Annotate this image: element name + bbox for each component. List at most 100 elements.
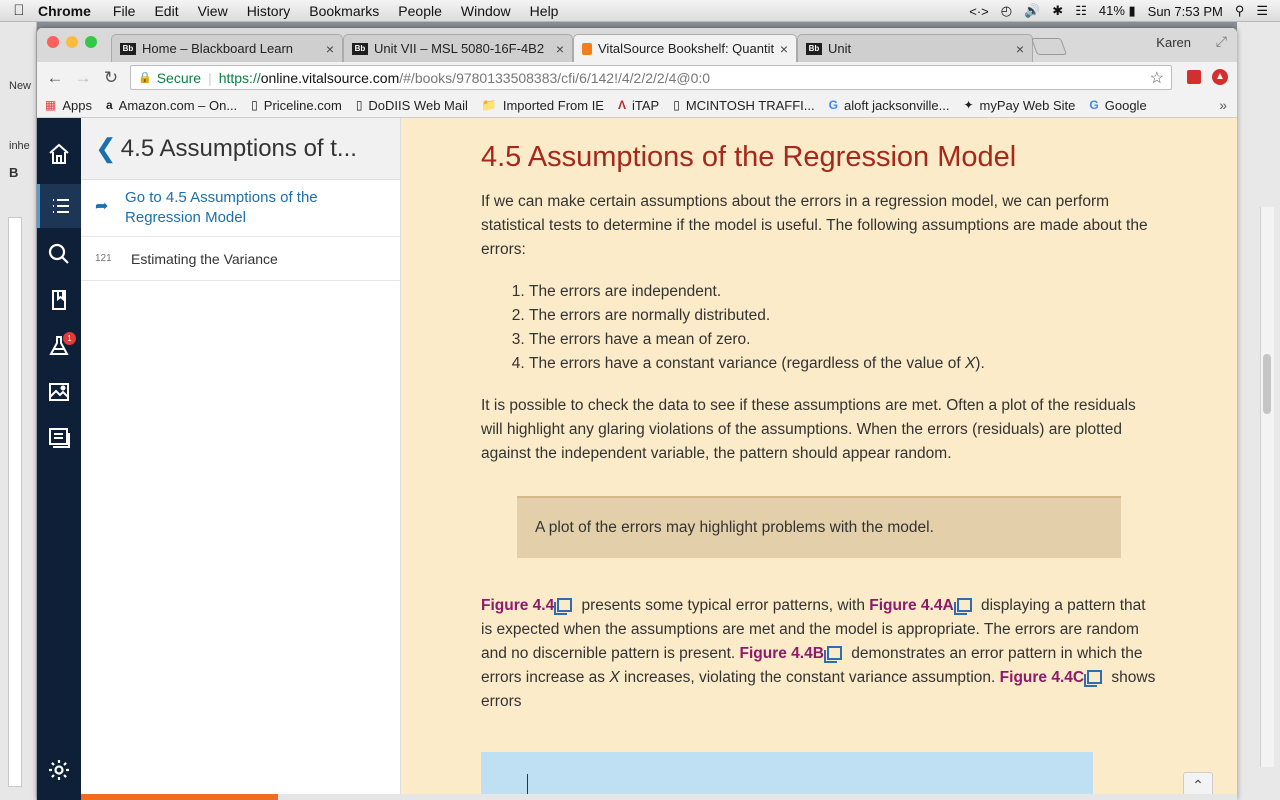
bookmark-page-icon[interactable] [37,278,81,322]
zoom-window-icon[interactable] [85,36,97,48]
figure-link[interactable]: Figure 4.4A [869,597,953,614]
close-tab-icon[interactable]: × [556,41,564,57]
bookmark-google[interactable]: G Google [1089,98,1146,113]
figure-paragraph: Figure 4.4 presents some typical error p… [481,597,1156,710]
back-arrow-icon[interactable]: ← [41,68,69,88]
forward-arrow-icon[interactable]: → [69,68,97,88]
figure-link[interactable]: Figure 4.4B [740,645,824,662]
background-app-left: New inhe B [0,22,37,800]
bookmark-mcintosh[interactable]: ▯ MCINTOSH TRAFFI... [673,98,814,113]
figure-link[interactable]: Figure 4.4 [481,597,554,614]
itap-icon: Λ [617,98,626,112]
toc-goto-label: Go to 4.5 Assumptions of the Regression … [125,189,318,226]
open-figure-icon[interactable] [823,646,842,663]
menu-edit[interactable]: Edit [154,3,178,19]
flashcards-icon[interactable]: 1 [37,324,81,368]
toc-goto-link[interactable]: ➦ Go to 4.5 Assumptions of the Regressio… [81,180,400,237]
bookmark-aloft[interactable]: Galoft jacksonville... [829,98,950,113]
browser-toolbar: ← → ↻ 🔒 Secure | https:// online.vitalso… [37,62,1237,93]
bookmark-dodiis[interactable]: ▯ DoDIIS Web Mail [356,98,468,113]
time-machine-icon[interactable]: ◴ [1001,3,1012,19]
lock-icon: 🔒 [138,72,152,84]
url-host: online.vitalsource.com [260,69,400,86]
close-tab-icon[interactable]: × [780,41,788,57]
bookmark-star-icon[interactable]: ☆ [1150,68,1164,88]
residuals-paragraph: It is possible to check the data to see … [481,397,1136,462]
tab-vitalsource[interactable]: VitalSource Bookshelf: Quantit × [573,34,797,62]
home-icon[interactable] [37,132,81,176]
open-figure-icon[interactable] [1084,670,1103,687]
bookmark-mypay[interactable]: ✦ myPay Web Site [963,98,1075,113]
toc-panel: ❮ 4.5 Assumptions of t... ➦ Go to 4.5 As… [81,118,401,800]
profile-name[interactable]: Karen [1156,35,1191,50]
volume-icon[interactable]: 🔊 [1024,3,1040,19]
google-icon: G [828,98,838,112]
background-bold-button[interactable]: B [9,165,18,180]
book-content: 4.5 Assumptions of the Regression Model … [481,140,1161,732]
menu-bookmarks[interactable]: Bookmarks [309,3,379,19]
background-scrollbar[interactable] [1260,207,1274,767]
battery-status[interactable]: 41% ▮ [1099,3,1136,19]
chevron-left-icon[interactable]: ❮ [95,133,117,164]
background-field-label: inhe [9,140,30,152]
minimize-window-icon[interactable] [66,36,78,48]
chrome-window: Bb Home – Blackboard Learn × Bb Unit VII… [37,28,1237,800]
menu-people[interactable]: People [398,3,442,19]
bookmark-apps[interactable]: ▦ Apps [45,98,92,113]
tab-blackboard-home[interactable]: Bb Home – Blackboard Learn × [111,34,343,62]
extension-upload-icon[interactable]: ▲ [1212,69,1228,85]
spotlight-icon[interactable]: ⚲ [1235,3,1245,19]
toc-row[interactable]: 121 Estimating the Variance [81,237,400,281]
address-separator: | [208,69,212,86]
reader-pane: 4.5 Assumptions of the Regression Model … [401,118,1237,800]
bookmark-priceline[interactable]: ▯ Priceline.com [251,98,342,113]
list-item: The errors are normally distributed. [529,304,1161,328]
app-menu[interactable]: Chrome [38,3,91,19]
menu-history[interactable]: History [247,3,291,19]
close-tab-icon[interactable]: × [326,41,334,57]
google-icon: G [1089,98,1099,112]
tab-strip: Bb Home – Blackboard Learn × Bb Unit VII… [37,28,1237,62]
blackboard-icon: Bb [120,42,136,55]
folder-icon: 📁 [481,98,497,112]
toc-page-number: 121 [95,253,112,264]
settings-gear-icon[interactable] [37,748,81,792]
bookmark-amazon[interactable]: a Amazon.com – On... [106,98,237,113]
address-bar[interactable]: 🔒 Secure | https:// online.vitalsource.c… [130,65,1172,90]
new-tab-button[interactable] [1030,38,1068,55]
figures-icon[interactable] [37,370,81,414]
notification-center-icon[interactable]: ☰ [1256,3,1268,19]
notes-icon[interactable] [37,416,81,460]
tab-unit[interactable]: Bb Unit × [797,34,1033,62]
close-window-icon[interactable] [47,36,59,48]
wifi-icon[interactable]: ☷ [1075,3,1087,19]
fullscreen-icon[interactable]: ⤢ [1216,33,1227,50]
clock[interactable]: Sun 7:53 PM [1148,4,1223,19]
apple-icon[interactable]:  [0,2,38,19]
open-figure-icon[interactable] [554,598,573,615]
bluetooth-icon[interactable]: ✱ [1052,3,1063,19]
code-icon[interactable]: <·> [969,4,989,19]
bookmark-imported-ie[interactable]: 📁 Imported From IE [482,98,604,113]
open-figure-icon[interactable] [953,598,972,615]
more-bookmarks-icon[interactable]: » [1219,97,1227,113]
contents-icon[interactable] [37,184,81,228]
goto-arrow-icon: ➦ [95,198,109,215]
menu-window[interactable]: Window [461,3,511,19]
bookmark-itap[interactable]: ΛiTAP [618,98,659,113]
apps-icon: ▦ [45,98,57,112]
menu-help[interactable]: Help [530,3,559,19]
extension-pdf-icon[interactable] [1187,70,1201,84]
reload-icon[interactable]: ↻ [97,68,125,88]
search-icon[interactable] [37,232,81,276]
menu-view[interactable]: View [198,3,228,19]
toc-title[interactable]: 4.5 Assumptions of t... [121,135,357,163]
amazon-icon: a [105,98,113,112]
background-scroll-thumb[interactable] [1263,354,1271,414]
figure-link[interactable]: Figure 4.4C [1000,669,1084,686]
blackboard-icon: Bb [806,42,822,55]
menu-file[interactable]: File [113,3,136,19]
close-tab-icon[interactable]: × [1016,41,1024,57]
toc-row-label: Estimating the Variance [131,250,278,267]
tab-unit-vii[interactable]: Bb Unit VII – MSL 5080-16F-4B2 × [343,34,573,62]
